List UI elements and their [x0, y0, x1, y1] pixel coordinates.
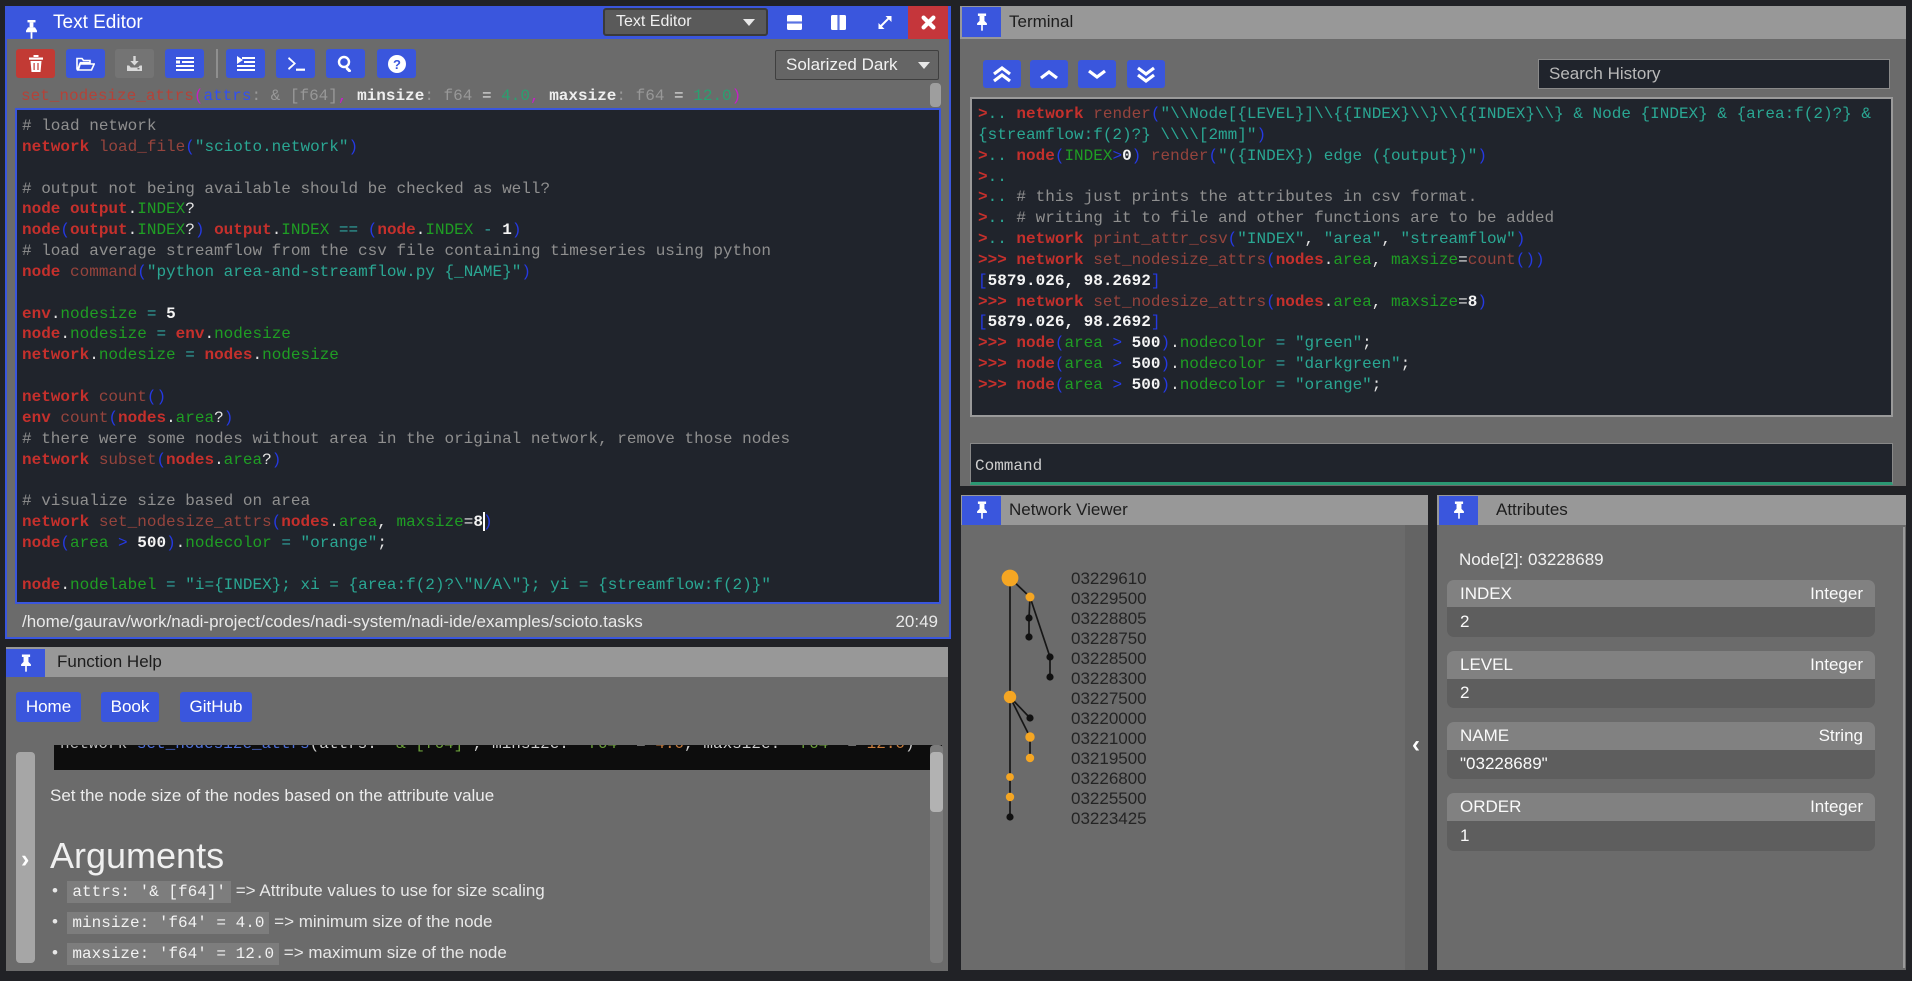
- svg-text:03226800: 03226800: [1071, 769, 1147, 788]
- svg-text:03229500: 03229500: [1071, 589, 1147, 608]
- svg-text:03229610: 03229610: [1071, 569, 1147, 588]
- svg-text:?: ?: [393, 57, 401, 72]
- svg-text:03228750: 03228750: [1071, 629, 1147, 648]
- svg-text:03228500: 03228500: [1071, 649, 1147, 668]
- svg-text:03225500: 03225500: [1071, 789, 1147, 808]
- svg-text:03220000: 03220000: [1071, 709, 1147, 728]
- svg-text:03227500: 03227500: [1071, 689, 1147, 708]
- svg-text:03228300: 03228300: [1071, 669, 1147, 688]
- svg-text:03221000: 03221000: [1071, 729, 1147, 748]
- svg-text:03228805: 03228805: [1071, 609, 1147, 628]
- svg-text:03219500: 03219500: [1071, 749, 1147, 768]
- svg-text:03223425: 03223425: [1071, 809, 1147, 828]
